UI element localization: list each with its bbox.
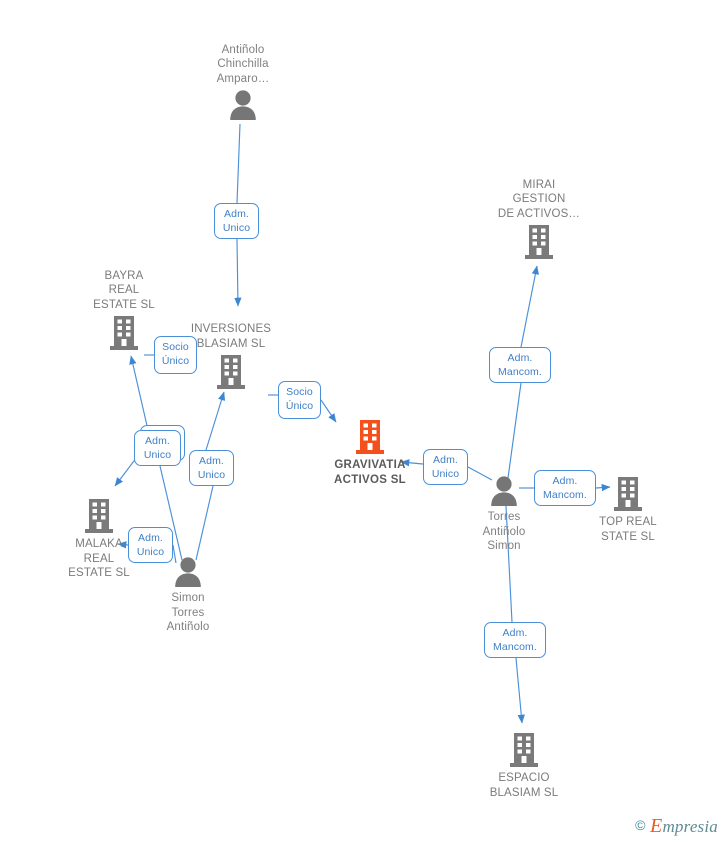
edge-antinolo-to-badge xyxy=(236,123,241,204)
node-label-bayra-real-estate: BAYRA REAL ESTATE SL xyxy=(93,269,155,311)
badge-adm-unico-gravivatia[interactable]: Adm. Unico xyxy=(423,449,468,485)
node-gravivatia-activos[interactable]: GRAVIVATIA ACTIVOS SL xyxy=(300,419,440,487)
edge-torres-to-mirai-badge xyxy=(507,382,522,479)
node-espacio-blasiam[interactable]: ESPACIO BLASIAM SL xyxy=(454,732,594,800)
copyright-symbol: © xyxy=(635,817,646,833)
empresia-watermark: © Empresia xyxy=(635,815,718,838)
brand-name: mpresia xyxy=(662,817,718,836)
node-label-gravivatia-activos: GRAVIVATIA ACTIVOS SL xyxy=(333,459,406,486)
edge-espacio-badge-to-espacio xyxy=(515,657,525,724)
badge-socio-unico-bayra[interactable]: Socio Único xyxy=(154,336,197,374)
node-label-antinolo-chinchilla-amparo: Antiñolo Chinchilla Amparo… xyxy=(216,43,270,85)
badge-adm-mancom-mirai[interactable]: Adm. Mancom. xyxy=(489,347,551,383)
badge-adm-unico-malaka[interactable]: Adm. Unico xyxy=(128,527,173,563)
node-label-top-real-state: TOP REAL STATE SL xyxy=(599,516,657,543)
brand-initial: E xyxy=(650,815,663,837)
badge-adm-mancom-top[interactable]: Adm. Mancom. xyxy=(534,470,596,506)
person-icon xyxy=(173,89,313,121)
node-mirai-gestion[interactable]: MIRAI GESTION DE ACTIVOS… xyxy=(469,178,609,261)
node-label-espacio-blasiam: ESPACIO BLASIAM SL xyxy=(489,772,559,799)
edge-inv-badge-to-inversiones xyxy=(205,391,226,451)
badge-adm-unico-inversiones[interactable]: Adm. Unico xyxy=(189,450,234,486)
node-simon-torres-antinolo[interactable]: Simon Torres Antiñolo xyxy=(118,556,258,635)
node-label-mirai-gestion: MIRAI GESTION DE ACTIVOS… xyxy=(497,178,581,220)
node-label-torres-antinolo-simon: Torres Antiñolo Simon xyxy=(482,511,526,552)
edge-badge-to-inversiones xyxy=(234,238,242,307)
building-icon xyxy=(300,419,440,455)
badge-adm-unico-antinolo[interactable]: Adm. Unico xyxy=(214,203,259,239)
badge-socio-unico-inversiones[interactable]: Socio Único xyxy=(278,381,321,419)
building-icon xyxy=(454,732,594,768)
building-icon xyxy=(469,224,609,260)
node-antinolo-chinchilla-amparo[interactable]: Antiñolo Chinchilla Amparo… xyxy=(173,43,313,122)
edge-mirai-badge-to-mirai xyxy=(520,265,540,348)
edge-bayra-badge-to-bayra xyxy=(129,355,149,431)
node-label-simon-torres-antinolo: Simon Torres Antiñolo xyxy=(166,592,210,633)
badge-adm-unico-bayra-front[interactable]: Adm. Unico xyxy=(134,430,181,466)
edge-simon-to-inv-badge xyxy=(195,485,214,561)
badge-adm-mancom-espacio[interactable]: Adm. Mancom. xyxy=(484,622,546,658)
